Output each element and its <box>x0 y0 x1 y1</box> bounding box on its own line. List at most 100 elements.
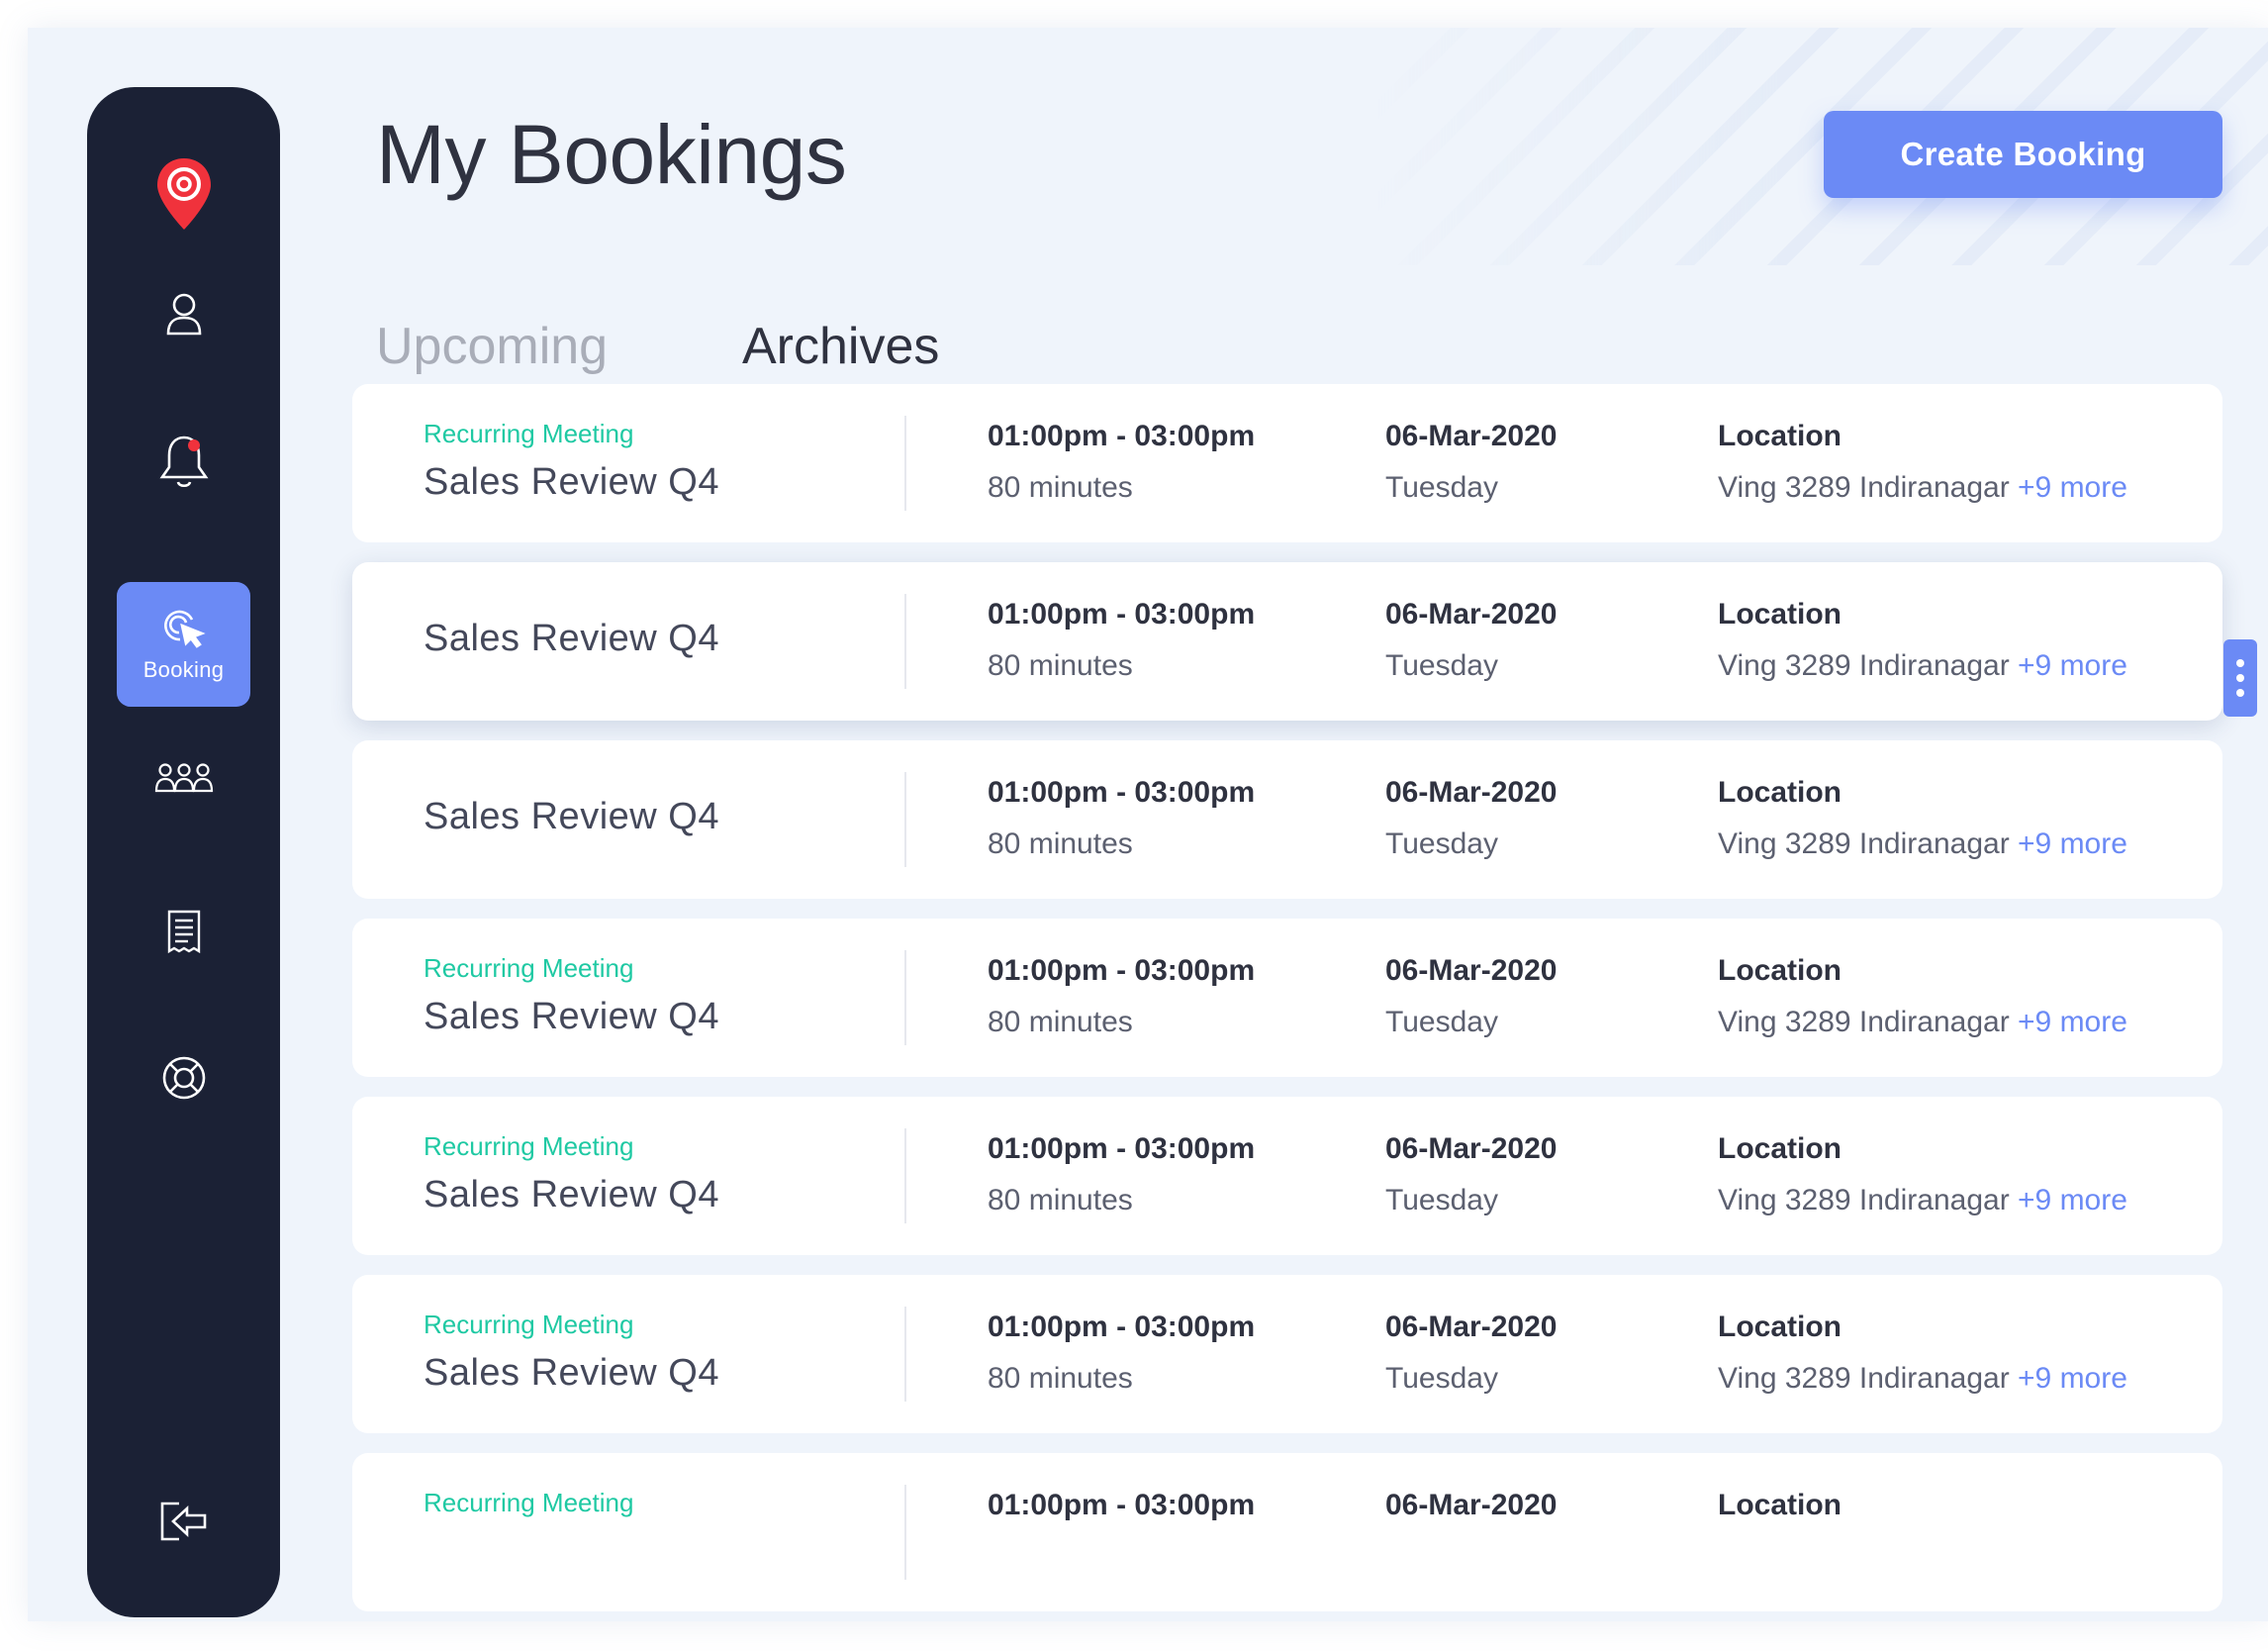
location-value-line: Ving 3289 Indiranagar +9 more <box>1718 1184 2127 1217</box>
duration: 80 minutes <box>988 827 1133 860</box>
location-value-line: Ving 3289 Indiranagar +9 more <box>1718 1362 2127 1396</box>
duration: 80 minutes <box>988 1362 1133 1395</box>
location-value-line: Ving 3289 Indiranagar +9 more <box>1718 1006 2127 1039</box>
more-locations-link[interactable]: +9 more <box>2018 1362 2127 1395</box>
booking-card[interactable]: Sales Review Q4 01:00pm - 03:00pm 80 min… <box>352 740 2222 899</box>
more-vertical-icon[interactable] <box>2223 639 2257 717</box>
logout-icon[interactable] <box>87 1477 280 1566</box>
time-range: 01:00pm - 03:00pm <box>988 1489 1256 1521</box>
time-range: 01:00pm - 03:00pm <box>988 598 1256 631</box>
duration: 80 minutes <box>988 1006 1133 1038</box>
location-label: Location <box>1718 954 1842 987</box>
date: 06-Mar-2020 <box>1385 1132 1558 1165</box>
booking-title-block: Recurring Meeting <box>424 1453 898 1611</box>
recurring-tag: Recurring Meeting <box>424 419 634 448</box>
location-name: Ving 3289 Indiranagar <box>1718 1184 2010 1216</box>
location-label: Location <box>1718 420 1842 452</box>
recurring-tag: Recurring Meeting <box>424 1131 634 1161</box>
location-name: Ving 3289 Indiranagar <box>1718 471 2010 504</box>
location-value-line: Ving 3289 Indiranagar +9 more <box>1718 471 2127 505</box>
weekday: Tuesday <box>1385 471 1498 504</box>
time-range: 01:00pm - 03:00pm <box>988 776 1256 809</box>
divider <box>904 772 906 867</box>
user-icon[interactable] <box>87 269 280 358</box>
date: 06-Mar-2020 <box>1385 1489 1558 1521</box>
booking-title-block: Sales Review Q4 <box>424 740 898 899</box>
date: 06-Mar-2020 <box>1385 598 1558 631</box>
sidebar-item-booking[interactable]: Booking <box>117 582 250 707</box>
booking-card[interactable]: Recurring Meeting 01:00pm - 03:00pm 06-M… <box>352 1453 2222 1611</box>
booking-card[interactable]: Recurring Meeting Sales Review Q4 01:00p… <box>352 1275 2222 1433</box>
booking-title-block: Sales Review Q4 <box>424 562 898 721</box>
bell-icon[interactable] <box>87 418 280 507</box>
sidebar-item-label: Booking <box>142 657 225 682</box>
notification-badge <box>187 439 200 451</box>
duration: 80 minutes <box>988 471 1133 504</box>
booking-title-block: Recurring Meeting Sales Review Q4 <box>424 1275 898 1433</box>
date: 06-Mar-2020 <box>1385 1311 1558 1343</box>
booking-card[interactable]: Sales Review Q4 01:00pm - 03:00pm 80 min… <box>352 562 2222 721</box>
location-label: Location <box>1718 776 1842 809</box>
meeting-name: Sales Review Q4 <box>424 1352 719 1394</box>
recurring-tag: Recurring Meeting <box>424 1488 634 1517</box>
date: 06-Mar-2020 <box>1385 954 1558 987</box>
receipt-icon[interactable] <box>87 887 280 976</box>
create-booking-button[interactable]: Create Booking <box>1824 111 2222 198</box>
tab-upcoming[interactable]: Upcoming <box>376 317 608 376</box>
weekday: Tuesday <box>1385 1362 1498 1395</box>
location-name: Ving 3289 Indiranagar <box>1718 827 2010 860</box>
booking-title-block: Recurring Meeting Sales Review Q4 <box>424 1097 898 1255</box>
meeting-name: Sales Review Q4 <box>424 618 719 659</box>
booking-card[interactable]: Recurring Meeting Sales Review Q4 01:00p… <box>352 384 2222 542</box>
date: 06-Mar-2020 <box>1385 776 1558 809</box>
weekday: Tuesday <box>1385 1006 1498 1038</box>
location-label: Location <box>1718 598 1842 631</box>
time-range: 01:00pm - 03:00pm <box>988 954 1256 987</box>
weekday: Tuesday <box>1385 1184 1498 1216</box>
location-value-line: Ving 3289 Indiranagar +9 more <box>1718 649 2127 683</box>
date: 06-Mar-2020 <box>1385 420 1558 452</box>
more-locations-link[interactable]: +9 more <box>2018 1006 2127 1038</box>
location-label: Location <box>1718 1311 1842 1343</box>
location-name: Ving 3289 Indiranagar <box>1718 1362 2010 1395</box>
booking-title-block: Recurring Meeting Sales Review Q4 <box>424 919 898 1077</box>
divider <box>904 1128 906 1223</box>
divider <box>904 1307 906 1402</box>
recurring-tag: Recurring Meeting <box>424 1310 634 1339</box>
location-label: Location <box>1718 1132 1842 1165</box>
location-pin-logo-icon[interactable] <box>87 135 280 253</box>
recurring-tag: Recurring Meeting <box>424 953 634 983</box>
booking-card[interactable]: Recurring Meeting Sales Review Q4 01:00p… <box>352 919 2222 1077</box>
more-locations-link[interactable]: +9 more <box>2018 1184 2127 1216</box>
booking-title-block: Recurring Meeting Sales Review Q4 <box>424 384 898 542</box>
location-value-line: Ving 3289 Indiranagar +9 more <box>1718 827 2127 861</box>
more-locations-link[interactable]: +9 more <box>2018 827 2127 860</box>
more-locations-link[interactable]: +9 more <box>2018 649 2127 682</box>
time-range: 01:00pm - 03:00pm <box>988 420 1256 452</box>
duration: 80 minutes <box>988 1184 1133 1216</box>
meeting-name: Sales Review Q4 <box>424 1174 719 1215</box>
group-icon[interactable] <box>87 740 280 816</box>
divider <box>904 950 906 1045</box>
meeting-name: Sales Review Q4 <box>424 996 719 1037</box>
location-name: Ving 3289 Indiranagar <box>1718 649 2010 682</box>
lifebuoy-icon[interactable] <box>87 1033 280 1122</box>
time-range: 01:00pm - 03:00pm <box>988 1132 1256 1165</box>
location-name: Ving 3289 Indiranagar <box>1718 1006 2010 1038</box>
more-locations-link[interactable]: +9 more <box>2018 471 2127 504</box>
page-title: My Bookings <box>376 108 847 201</box>
divider <box>904 594 906 689</box>
app-frame: Booking My Bookings Create Booking Upcom… <box>28 28 2268 1621</box>
meeting-name: Sales Review Q4 <box>424 461 719 503</box>
location-label: Location <box>1718 1489 1842 1521</box>
booking-card[interactable]: Recurring Meeting Sales Review Q4 01:00p… <box>352 1097 2222 1255</box>
cursor-click-icon <box>163 610 206 648</box>
time-range: 01:00pm - 03:00pm <box>988 1311 1256 1343</box>
meeting-name: Sales Review Q4 <box>424 796 719 837</box>
weekday: Tuesday <box>1385 649 1498 682</box>
duration: 80 minutes <box>988 649 1133 682</box>
weekday: Tuesday <box>1385 827 1498 860</box>
divider <box>904 1485 906 1580</box>
divider <box>904 416 906 511</box>
tab-archives[interactable]: Archives <box>742 317 939 376</box>
